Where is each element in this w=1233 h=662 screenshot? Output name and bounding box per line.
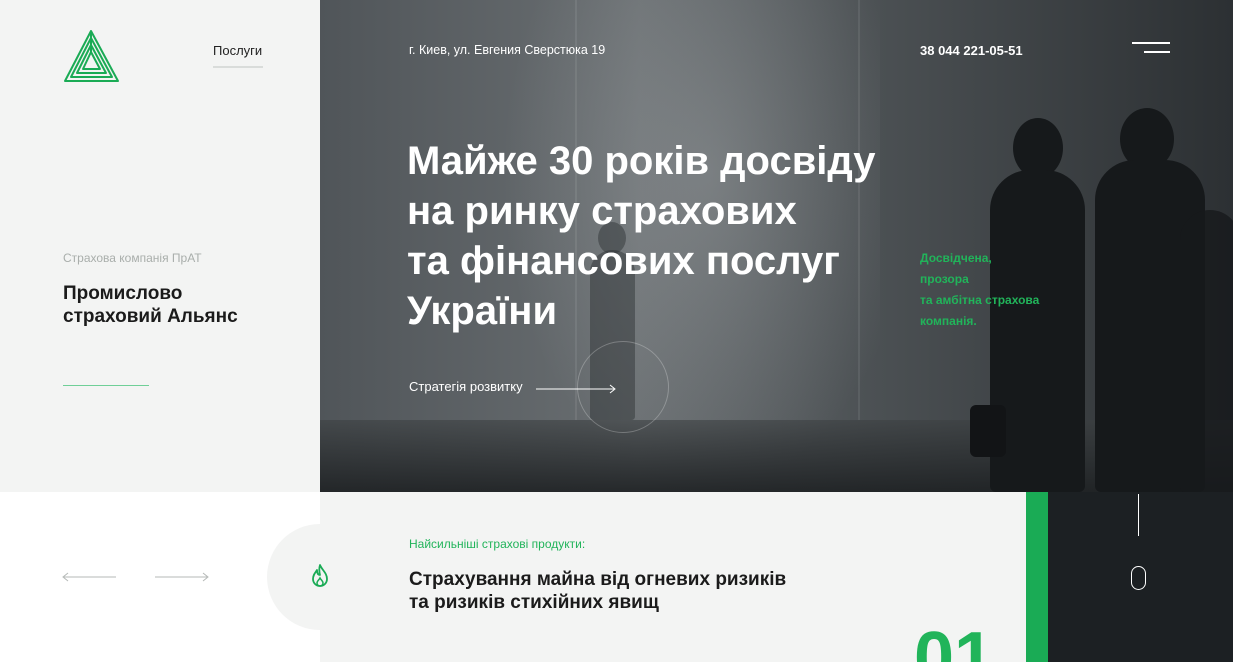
hamburger-menu-icon[interactable] bbox=[1130, 42, 1170, 58]
company-name: Промислово страховий Альянс bbox=[63, 282, 283, 328]
accent-bar bbox=[1026, 492, 1048, 662]
tagline-line: прозора bbox=[920, 272, 969, 286]
strategy-link[interactable]: Стратегія розвитку bbox=[409, 379, 523, 394]
company-subtitle: Страхова компанія ПрАТ bbox=[63, 251, 202, 265]
slide-number: 01 bbox=[914, 622, 995, 662]
decorative-divider bbox=[63, 385, 149, 386]
mouse-scroll-icon[interactable] bbox=[1131, 566, 1146, 590]
nav-services-link[interactable]: Послуги bbox=[213, 43, 262, 58]
headline-line: України bbox=[407, 289, 558, 333]
company-logo-icon[interactable] bbox=[63, 29, 120, 84]
company-name-line2: страховий Альянс bbox=[63, 306, 238, 327]
arrow-left-icon[interactable] bbox=[62, 570, 118, 582]
headline-line: на ринку страхових bbox=[407, 189, 797, 233]
hero-tagline: Досвідчена, прозора та амбітна страхова … bbox=[920, 248, 1070, 332]
tagline-line: та амбітна страхова bbox=[920, 293, 1040, 307]
product-title-line: та ризиків стихійних явищ bbox=[409, 592, 659, 613]
headline-line: Майже 30 років досвіду bbox=[407, 139, 876, 183]
address-text: г. Киев, ул. Евгения Сверстюка 19 bbox=[409, 43, 606, 57]
menu-line bbox=[1132, 42, 1170, 44]
arrow-right-icon[interactable] bbox=[536, 381, 618, 394]
arrow-right-icon[interactable] bbox=[153, 570, 209, 582]
menu-line bbox=[1144, 51, 1170, 53]
product-title-line: Страхування майна від огневих ризиків bbox=[409, 569, 787, 590]
person-silhouette bbox=[1013, 118, 1063, 178]
tagline-line: компанія. bbox=[920, 314, 977, 328]
product-label: Найсильніші страхові продукти: bbox=[409, 537, 586, 551]
person-silhouette bbox=[1180, 210, 1233, 492]
scroll-indicator-line bbox=[1138, 494, 1139, 536]
tagline-line: Досвідчена, bbox=[920, 251, 992, 265]
bag-silhouette bbox=[970, 405, 1006, 457]
hero-headline: Майже 30 років досвіду на ринку страхови… bbox=[407, 136, 927, 336]
nav-underline bbox=[213, 66, 263, 68]
product-title[interactable]: Страхування майна від огневих ризиків та… bbox=[409, 568, 909, 614]
sidebar-panel bbox=[0, 0, 320, 492]
fire-icon bbox=[310, 564, 330, 588]
company-name-line1: Промислово bbox=[63, 283, 183, 304]
phone-link[interactable]: 38 044 221-05-51 bbox=[920, 43, 1023, 58]
headline-line: та фінансових послуг bbox=[407, 239, 840, 283]
